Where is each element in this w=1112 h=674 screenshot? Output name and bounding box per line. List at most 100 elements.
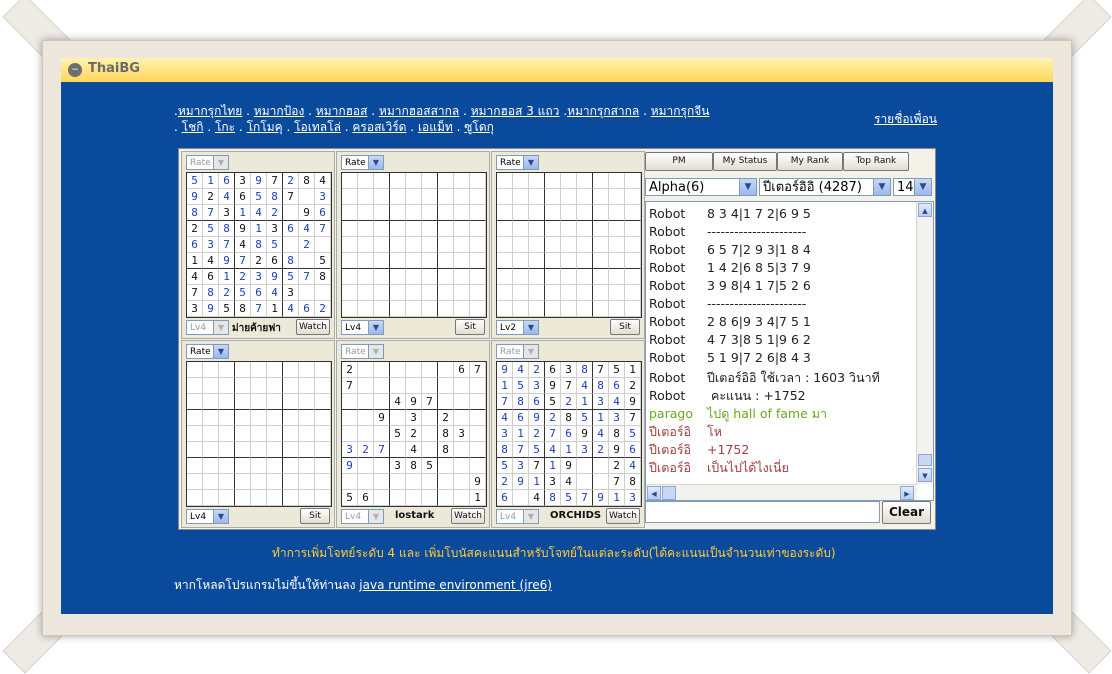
rate-select[interactable]: Rate ▼: [341, 155, 384, 170]
sudoku-cell[interactable]: [438, 474, 454, 490]
sudoku-grid[interactable]: [341, 172, 487, 318]
sudoku-cell[interactable]: [315, 394, 331, 410]
sudoku-cell[interactable]: 3: [315, 189, 331, 205]
sudoku-cell[interactable]: [470, 285, 486, 301]
sudoku-cell[interactable]: [235, 378, 251, 394]
sudoku-cell[interactable]: [358, 301, 374, 317]
chevron-down-icon[interactable]: ▼: [873, 179, 890, 195]
chevron-down-icon[interactable]: ▼: [914, 179, 931, 195]
sudoku-cell[interactable]: [609, 269, 625, 285]
sudoku-cell[interactable]: 8: [438, 442, 454, 458]
sudoku-cell[interactable]: [529, 189, 545, 205]
sudoku-cell[interactable]: 1: [187, 253, 203, 269]
sudoku-cell[interactable]: 6: [315, 205, 331, 221]
chevron-down-icon[interactable]: ▼: [368, 156, 383, 169]
sudoku-cell[interactable]: [454, 490, 470, 506]
sudoku-cell[interactable]: [235, 458, 251, 474]
sudoku-cell[interactable]: [513, 269, 529, 285]
sudoku-cell[interactable]: [283, 362, 299, 378]
scroll-down-icon[interactable]: ▼: [918, 468, 932, 482]
sudoku-cell[interactable]: 8: [267, 189, 283, 205]
sudoku-cell[interactable]: [406, 173, 422, 189]
sudoku-cell[interactable]: 9: [203, 301, 219, 317]
sudoku-cell[interactable]: [577, 189, 593, 205]
sudoku-cell[interactable]: 4: [235, 237, 251, 253]
sudoku-cell[interactable]: 7: [315, 221, 331, 237]
rate-select[interactable]: Rate ▼: [186, 344, 229, 359]
sudoku-cell[interactable]: 2: [187, 221, 203, 237]
sudoku-cell[interactable]: [390, 490, 406, 506]
sudoku-cell[interactable]: 8: [203, 285, 219, 301]
sudoku-cell[interactable]: 4: [497, 410, 513, 426]
sudoku-cell[interactable]: [203, 442, 219, 458]
sudoku-cell[interactable]: [438, 285, 454, 301]
sudoku-cell[interactable]: 5: [235, 285, 251, 301]
sudoku-cell[interactable]: 7: [203, 205, 219, 221]
sudoku-cell[interactable]: 5: [422, 458, 438, 474]
sudoku-cell[interactable]: [374, 301, 390, 317]
sudoku-cell[interactable]: [219, 410, 235, 426]
sudoku-cell[interactable]: [625, 173, 641, 189]
sudoku-cell[interactable]: [454, 410, 470, 426]
sudoku-cell[interactable]: [342, 173, 358, 189]
sudoku-cell[interactable]: 8: [283, 253, 299, 269]
sudoku-cell[interactable]: 5: [203, 221, 219, 237]
sudoku-cell[interactable]: 8: [561, 410, 577, 426]
sudoku-cell[interactable]: [406, 285, 422, 301]
sudoku-cell[interactable]: 3: [545, 474, 561, 490]
sudoku-cell[interactable]: [454, 378, 470, 394]
sudoku-cell[interactable]: [593, 221, 609, 237]
sudoku-cell[interactable]: [315, 237, 331, 253]
sudoku-cell[interactable]: [593, 285, 609, 301]
level-select[interactable]: Lv2 ▼: [496, 320, 539, 335]
sudoku-cell[interactable]: [470, 410, 486, 426]
sudoku-cell[interactable]: [529, 253, 545, 269]
sudoku-cell[interactable]: 8: [577, 362, 593, 378]
sudoku-cell[interactable]: [438, 458, 454, 474]
sudoku-cell[interactable]: [283, 205, 299, 221]
sudoku-cell[interactable]: [529, 237, 545, 253]
sudoku-cell[interactable]: [299, 442, 315, 458]
sudoku-cell[interactable]: 5: [513, 378, 529, 394]
sudoku-cell[interactable]: [251, 378, 267, 394]
sudoku-cell[interactable]: [609, 253, 625, 269]
sudoku-cell[interactable]: 3: [609, 410, 625, 426]
sudoku-cell[interactable]: 2: [358, 442, 374, 458]
sudoku-cell[interactable]: [315, 410, 331, 426]
sudoku-cell[interactable]: 5: [609, 362, 625, 378]
chevron-down-icon[interactable]: ▼: [523, 156, 538, 169]
sudoku-cell[interactable]: [545, 173, 561, 189]
sudoku-cell[interactable]: [267, 490, 283, 506]
sudoku-cell[interactable]: [513, 237, 529, 253]
sudoku-cell[interactable]: 5: [390, 426, 406, 442]
sudoku-cell[interactable]: [283, 458, 299, 474]
sudoku-cell[interactable]: [299, 394, 315, 410]
sudoku-cell[interactable]: 9: [235, 221, 251, 237]
sudoku-cell[interactable]: [187, 426, 203, 442]
sudoku-cell[interactable]: [470, 442, 486, 458]
sudoku-cell[interactable]: 1: [470, 490, 486, 506]
clear-button[interactable]: Clear: [882, 501, 931, 524]
sudoku-cell[interactable]: [358, 237, 374, 253]
sudoku-cell[interactable]: [267, 458, 283, 474]
sudoku-cell[interactable]: [235, 474, 251, 490]
sudoku-cell[interactable]: [406, 205, 422, 221]
sudoku-cell[interactable]: [529, 221, 545, 237]
sudoku-cell[interactable]: [390, 410, 406, 426]
sudoku-cell[interactable]: [438, 189, 454, 205]
sudoku-cell[interactable]: 2: [267, 205, 283, 221]
sudoku-cell[interactable]: [358, 378, 374, 394]
sudoku-cell[interactable]: [251, 442, 267, 458]
sudoku-cell[interactable]: 2: [342, 362, 358, 378]
sudoku-cell[interactable]: [358, 269, 374, 285]
sudoku-cell[interactable]: [299, 378, 315, 394]
nav-sudoku[interactable]: ซูโดกุ: [464, 120, 494, 134]
sudoku-cell[interactable]: [470, 269, 486, 285]
sudoku-cell[interactable]: [609, 301, 625, 317]
sudoku-cell[interactable]: [358, 189, 374, 205]
nav-gomoku[interactable]: โกโมคุ: [247, 120, 283, 134]
sudoku-cell[interactable]: 7: [219, 237, 235, 253]
sudoku-cell[interactable]: 8: [299, 173, 315, 189]
sudoku-cell[interactable]: [593, 173, 609, 189]
sudoku-cell[interactable]: [609, 285, 625, 301]
